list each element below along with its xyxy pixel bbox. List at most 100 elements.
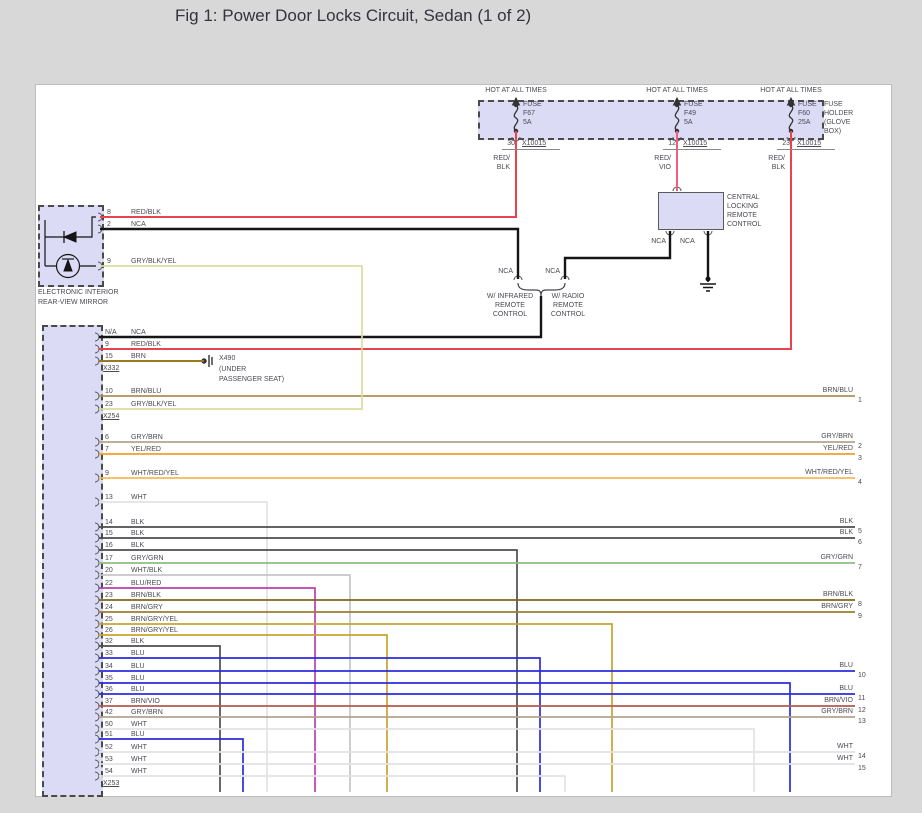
- block-pin-number: N/A: [105, 328, 117, 337]
- right-wire-color-label: GRY/BRN: [773, 707, 853, 716]
- fuse-pin-number: 30: [502, 139, 515, 149]
- block-pin-number: 24: [105, 603, 113, 612]
- central-locking-label: REMOTE: [727, 211, 757, 220]
- right-circuit-number: 7: [858, 563, 862, 572]
- fuse-pin-number: 23: [777, 139, 790, 149]
- block-pin-color-label: BRN/GRY/YEL: [131, 615, 178, 624]
- block-pin-number: 35: [105, 674, 113, 683]
- right-circuit-number: 6: [858, 538, 862, 547]
- connector-link[interactable]: X253: [103, 779, 119, 788]
- fuse-label: FUSE: [523, 100, 542, 109]
- x490-label: X490: [219, 354, 235, 363]
- block-pin-number: 20: [105, 566, 113, 575]
- right-wire-color-label: BLK: [773, 528, 853, 537]
- right-wire-color-label: BRN/GRY: [773, 602, 853, 611]
- right-circuit-number: 5: [858, 527, 862, 536]
- block-pin-color-label: WHT: [131, 755, 147, 764]
- right-circuit-number: 14: [858, 752, 866, 761]
- block-pin-color-label: WHT/RED/YEL: [131, 469, 179, 478]
- block-pin-color-label: WHT: [131, 767, 147, 776]
- block-pin-number: 6: [105, 433, 109, 442]
- fuse-wire-color-label: BLK: [747, 163, 785, 172]
- right-wire-color-label: BRN/BLU: [773, 386, 853, 395]
- fuse-connector-row: 30 X10015: [502, 139, 560, 150]
- mirror-pin-color-label: NCA: [131, 220, 146, 229]
- block-pin-color-label: BRN/VIO: [131, 697, 160, 706]
- block-pin-number: 17: [105, 554, 113, 563]
- mirror-pin-number: 2: [107, 220, 111, 229]
- right-wire-color-label: BRN/VIO: [773, 696, 853, 705]
- central-locking-label: CONTROL: [727, 220, 761, 229]
- diagram-canvas: Fig 1: Power Door Locks Circuit, Sedan (…: [0, 0, 922, 813]
- connector-link[interactable]: X332: [103, 364, 119, 373]
- mirror-label: ELECTRONIC INTERIOR: [38, 288, 119, 297]
- right-wire-color-label: BRN/BLK: [773, 590, 853, 599]
- block-pin-color-label: NCA: [131, 328, 146, 337]
- mirror-pin-color-label: GRY/BLK/YEL: [131, 257, 176, 266]
- central-locking-label: CENTRAL: [727, 193, 760, 202]
- nca-pin-label: NCA: [473, 267, 513, 276]
- block-pin-number: 54: [105, 767, 113, 776]
- right-wire-color-label: WHT: [773, 754, 853, 763]
- block-pin-number: 25: [105, 615, 113, 624]
- block-pin-number: 16: [105, 541, 113, 550]
- central-locking-box: [658, 192, 724, 230]
- fuse-wire-color-label: BLK: [472, 163, 510, 172]
- right-circuit-number: 9: [858, 612, 862, 621]
- fuse-label: FUSE: [798, 100, 817, 109]
- right-circuit-number: 10: [858, 671, 866, 680]
- diagram-page: [35, 84, 892, 797]
- right-circuit-number: 2: [858, 442, 862, 451]
- right-circuit-number: 11: [858, 694, 865, 703]
- figure-title-bar: Fig 1: Power Door Locks Circuit, Sedan (…: [0, 0, 922, 32]
- fuse-wire-color-label: VIO: [633, 163, 671, 172]
- block-pin-number: 23: [105, 400, 113, 409]
- connector-link[interactable]: X254: [103, 412, 119, 421]
- mirror-pin-color-label: RED/BLK: [131, 208, 161, 217]
- mirror-label: REAR-VIEW MIRROR: [38, 298, 108, 307]
- hot-at-all-times-label: HOT AT ALL TIMES: [746, 86, 836, 95]
- right-circuit-number: 13: [858, 717, 866, 726]
- right-wire-color-label: BLK: [773, 517, 853, 526]
- connector-link[interactable]: X10015: [797, 139, 821, 149]
- block-pin-number: 7: [105, 445, 109, 454]
- right-circuit-number: 12: [858, 706, 866, 715]
- block-pin-number: 13: [105, 493, 113, 502]
- nca-pin-label: NCA: [520, 267, 560, 276]
- block-pin-color-label: BLK: [131, 529, 144, 538]
- nca-pin-label: NCA: [680, 237, 695, 246]
- block-pin-color-label: BLU: [131, 685, 145, 694]
- block-pin-color-label: RED/BLK: [131, 340, 161, 349]
- block-pin-number: 15: [105, 352, 113, 361]
- mirror-pin-number: 9: [107, 257, 111, 266]
- block-pin-color-label: BLU: [131, 662, 145, 671]
- block-pin-color-label: GRY/BRN: [131, 708, 163, 717]
- block-pin-number: 37: [105, 697, 113, 706]
- fuse-label: 5A: [523, 118, 532, 127]
- right-circuit-number: 3: [858, 454, 862, 463]
- fuse-wire-color-label: RED/: [472, 154, 510, 163]
- connector-link[interactable]: X10015: [683, 139, 707, 149]
- branch-label: REMOTE: [533, 301, 603, 310]
- block-pin-color-label: BLK: [131, 637, 144, 646]
- right-circuit-number: 4: [858, 478, 862, 487]
- block-pin-number: 10: [105, 387, 113, 396]
- fuse-holder-label: HOLDER: [824, 109, 853, 118]
- connector-link[interactable]: X10015: [522, 139, 546, 149]
- block-pin-color-label: BRN/BLK: [131, 591, 161, 600]
- block-pin-number: 36: [105, 685, 113, 694]
- fuse-pin-number: 12: [663, 139, 676, 149]
- block-pin-number: 51: [105, 730, 113, 739]
- block-pin-number: 33: [105, 649, 113, 658]
- fuse-label: 25A: [798, 118, 810, 127]
- block-pin-color-label: BRN/BLU: [131, 387, 161, 396]
- block-pin-color-label: BRN: [131, 352, 146, 361]
- x490-sub-label: (UNDER: [219, 365, 246, 374]
- right-circuit-number: 15: [858, 764, 866, 773]
- fuse-wire-color-label: RED/: [747, 154, 785, 163]
- block-pin-number: 52: [105, 743, 113, 752]
- fuse-wire-color-label: RED/: [633, 154, 671, 163]
- hot-at-all-times-label: HOT AT ALL TIMES: [471, 86, 561, 95]
- fuse-label: F60: [798, 109, 810, 118]
- mirror-box: [38, 205, 104, 287]
